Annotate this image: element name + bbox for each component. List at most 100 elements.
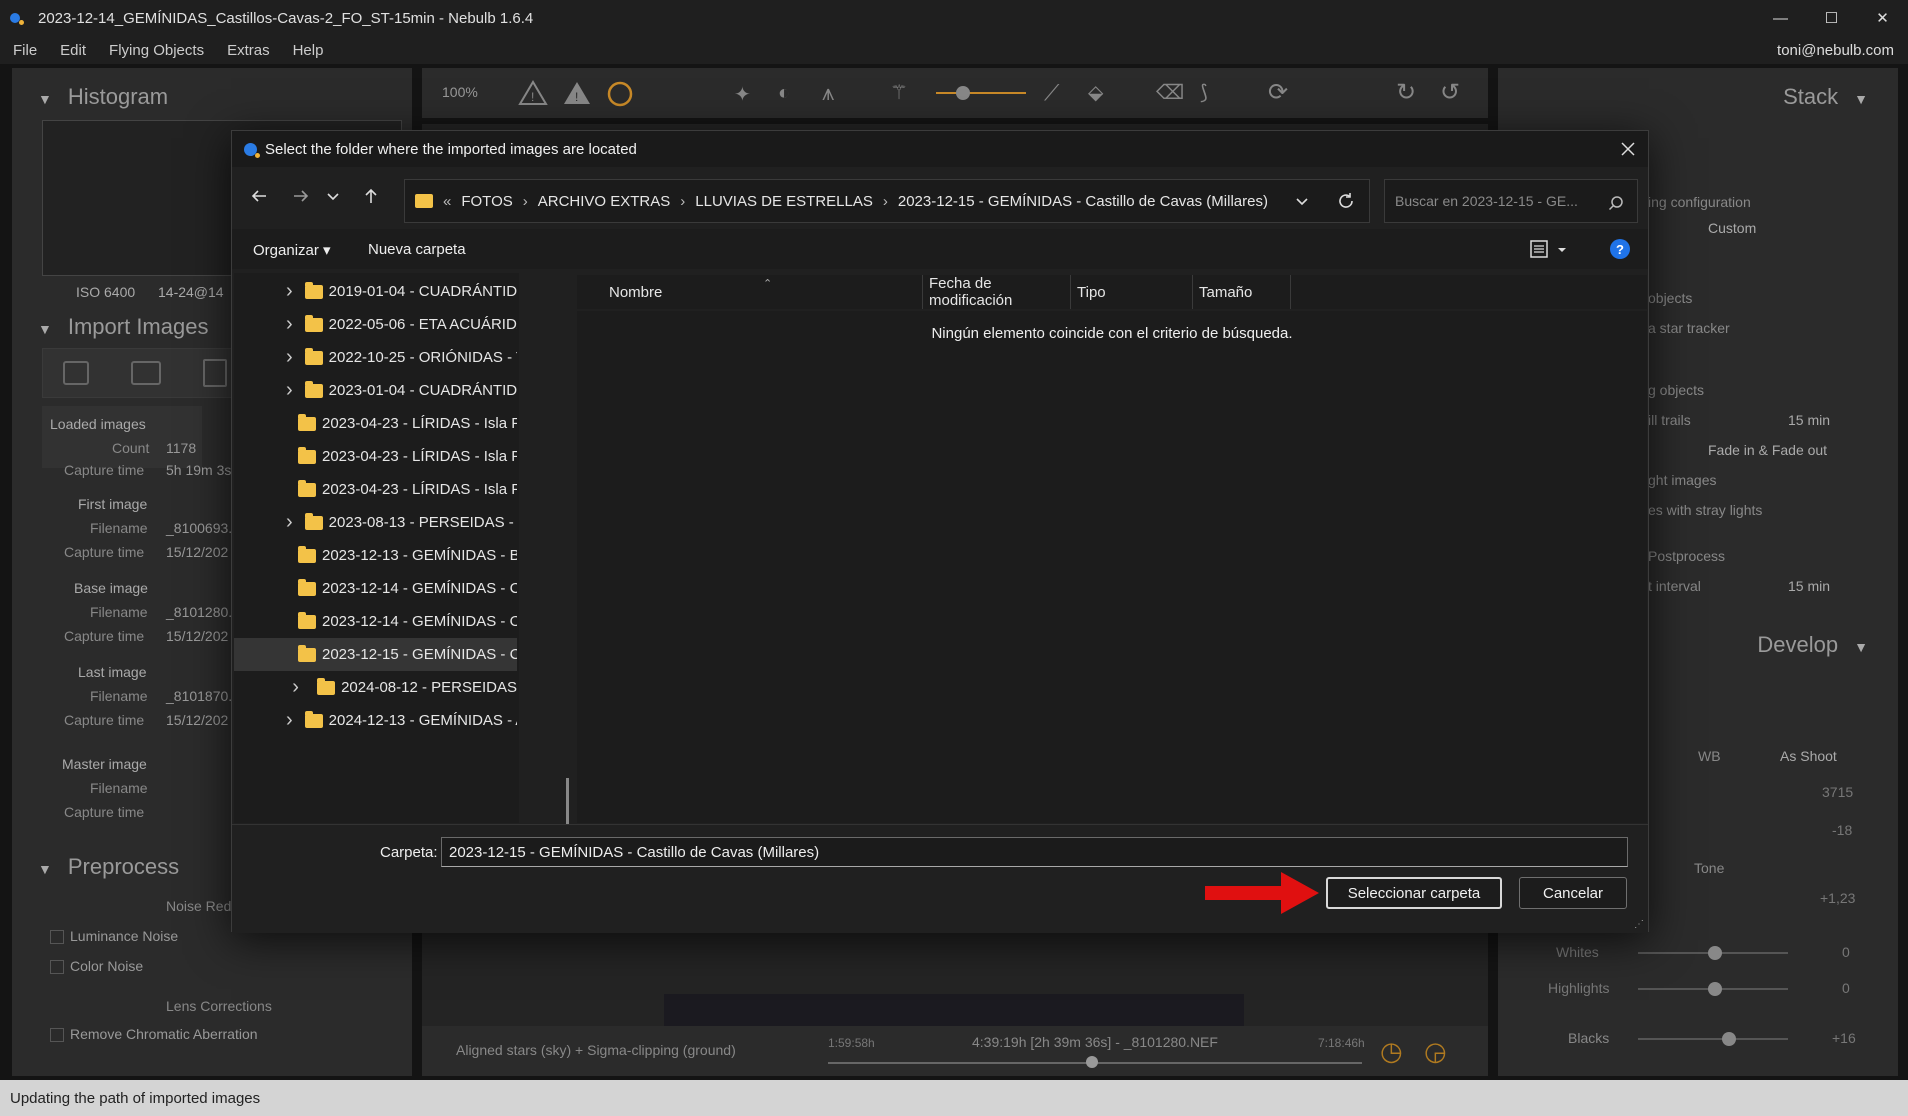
tree-item[interactable]: 2023-04-23 - LÍRIDAS - Isla Port <box>234 440 517 473</box>
timeline-handle[interactable] <box>1086 1056 1098 1068</box>
tree-item[interactable]: 2023-12-13 - GEMÍNIDAS - Ben <box>234 539 517 572</box>
menu-help[interactable]: Help <box>280 42 334 59</box>
cancel-button[interactable]: Cancelar <box>1519 877 1627 909</box>
warning-filled-icon[interactable]: ! <box>562 80 592 106</box>
folder-input[interactable]: 2023-12-15 - GEMÍNIDAS - Castillo de Cav… <box>441 837 1628 867</box>
temp-value[interactable]: 3715 <box>1822 784 1853 800</box>
blacks-handle[interactable] <box>1722 1032 1736 1046</box>
stack-config-value[interactable]: Custom <box>1708 220 1756 236</box>
breadcrumb-fotos[interactable]: FOTOS <box>461 193 512 210</box>
menu-extras[interactable]: Extras <box>214 42 280 59</box>
minimize-button[interactable]: — <box>1755 0 1806 36</box>
user-account[interactable]: toni@nebulb.com <box>1777 42 1894 59</box>
interval-value[interactable]: 15 min <box>1788 578 1830 594</box>
tree-item[interactable]: › 2022-10-25 - ORIÓNIDAS - Torr <box>234 341 517 374</box>
exposure-value[interactable]: +1,23 <box>1820 890 1855 906</box>
chevron-right-icon[interactable]: › <box>286 346 293 369</box>
path-overflow[interactable]: « <box>443 193 451 210</box>
color-noise-checkbox[interactable] <box>50 960 64 974</box>
broom-icon[interactable]: ⟆ <box>1200 80 1208 105</box>
tree-item[interactable]: 2023-04-23 - LÍRIDAS - Isla Port <box>234 407 517 440</box>
chevron-right-icon[interactable]: › <box>286 313 293 336</box>
tint-value[interactable]: -18 <box>1832 822 1852 838</box>
bucket-icon[interactable]: ⬙ <box>1088 80 1103 105</box>
chevron-right-icon[interactable]: › <box>286 676 305 699</box>
forward-button[interactable] <box>286 181 316 211</box>
blacks-slider[interactable] <box>1638 1038 1788 1040</box>
folder-import-icon[interactable] <box>131 361 161 385</box>
recent-locations-button[interactable] <box>318 181 348 211</box>
dialog-close-button[interactable] <box>1608 131 1648 167</box>
chevron-right-icon[interactable]: › <box>286 280 293 303</box>
menu-file[interactable]: File <box>0 42 47 59</box>
chevron-right-icon[interactable]: › <box>286 709 293 732</box>
brush-size-handle[interactable] <box>956 86 970 100</box>
tree-item[interactable]: › 2019-01-04 - CUADRÁNTIDAS - <box>234 275 517 308</box>
palette-icon[interactable] <box>606 80 634 108</box>
brush-size-slider[interactable] <box>936 92 1026 94</box>
tree-item[interactable]: › 2024-12-13 - GEMÍNIDAS - Alb <box>234 704 517 737</box>
import-header[interactable]: ▼ Import Images <box>38 314 208 340</box>
blacks-value[interactable]: +16 <box>1832 1030 1856 1046</box>
redo-icon[interactable]: ↻ <box>1396 78 1416 107</box>
eraser-icon[interactable]: ⌫ <box>1156 80 1184 105</box>
organize-button[interactable]: Organizar ▾ <box>253 241 331 259</box>
menu-edit[interactable]: Edit <box>47 42 96 59</box>
wb-value[interactable]: As Shoot <box>1780 748 1837 764</box>
whites-value[interactable]: 0 <box>1842 944 1850 960</box>
refresh-button[interactable] <box>1337 192 1355 210</box>
help-icon[interactable]: ? <box>1610 239 1630 259</box>
trails-value[interactable]: 15 min <box>1788 412 1830 428</box>
tree-item[interactable]: › 2022-05-06 - ETA ACUÁRIDAS - <box>234 308 517 341</box>
new-folder-button[interactable]: Nueva carpeta <box>368 241 466 258</box>
develop-header[interactable]: Develop ▼ <box>1757 632 1868 658</box>
resize-grip-icon[interactable]: ⋰ <box>1634 919 1644 930</box>
tree-item[interactable]: › 2023-08-13 - PERSEIDAS - Cast <box>234 506 517 539</box>
close-button[interactable]: ✕ <box>1857 0 1908 36</box>
address-bar[interactable]: « FOTOS › ARCHIVO EXTRAS › LLUVIAS DE ES… <box>404 179 1370 223</box>
column-size[interactable]: Tamaño <box>1193 275 1291 309</box>
column-name[interactable]: Nombre <box>577 275 923 309</box>
undo-icon[interactable]: ↺ <box>1440 78 1460 107</box>
magic-wand-icon[interactable]: ⚚ <box>890 80 908 105</box>
highlights-value[interactable]: 0 <box>1842 980 1850 996</box>
chevron-right-icon[interactable]: › <box>286 511 293 534</box>
trash-icon[interactable] <box>203 359 227 387</box>
tree-item[interactable]: 2023-12-15 - GEMÍNIDAS - Cas <box>234 638 517 671</box>
tree-item[interactable]: 2023-12-14 - GEMÍNIDAS - Cas <box>234 572 517 605</box>
tree-item[interactable]: 2023-04-23 - LÍRIDAS - Isla Port <box>234 473 517 506</box>
column-type[interactable]: Tipo <box>1071 275 1193 309</box>
breadcrumb-lluvias[interactable]: LLUVIAS DE ESTRELLAS <box>695 193 873 210</box>
up-button[interactable] <box>356 181 386 211</box>
search-input[interactable]: Buscar en 2023-12-15 - GE... <box>1384 179 1638 223</box>
highlights-handle[interactable] <box>1708 982 1722 996</box>
select-folder-button[interactable]: Seleccionar carpeta <box>1326 877 1502 909</box>
column-date[interactable]: Fecha de modificación <box>923 275 1071 309</box>
search-icon[interactable] <box>1608 195 1624 211</box>
fade-value[interactable]: Fade in & Fade out <box>1708 442 1827 458</box>
preprocess-header[interactable]: ▼ Preprocess <box>38 854 179 880</box>
chevron-right-icon[interactable]: › <box>286 379 293 402</box>
tree-item[interactable]: 2023-12-14 - GEMÍNIDAS - Oric <box>234 605 517 638</box>
breadcrumb-archivo-extras[interactable]: ARCHIVO EXTRAS <box>538 193 671 210</box>
back-button[interactable] <box>244 181 274 211</box>
stars-icon[interactable]: ✦ <box>734 82 751 107</box>
tree-item[interactable]: › 2024-08-12 - PERSEIDAS <box>234 671 517 704</box>
image-import-icon[interactable] <box>63 361 89 385</box>
stack-mode[interactable]: Aligned stars (sky) + Sigma-clipping (gr… <box>456 1042 736 1058</box>
planet-icon[interactable]: ◐ <box>778 82 790 105</box>
maximize-button[interactable]: ☐ <box>1806 0 1857 36</box>
luminance-checkbox[interactable] <box>50 930 64 944</box>
clock-forward-icon[interactable]: ◷ <box>1380 1036 1403 1067</box>
zoom-level[interactable]: 100% <box>442 84 478 100</box>
tower-icon[interactable]: ⩚ <box>822 80 834 106</box>
whites-handle[interactable] <box>1708 946 1722 960</box>
tree-item[interactable]: › 2023-01-04 - CUADRÁNTIDAS - <box>234 374 517 407</box>
histogram-header[interactable]: ▼ Histogram <box>38 84 168 110</box>
brush-icon[interactable]: ⟋ <box>1044 80 1059 106</box>
warning-outline-icon[interactable]: ! <box>518 80 548 106</box>
view-options-button[interactable] <box>1530 239 1570 259</box>
chromatic-checkbox[interactable] <box>50 1028 64 1042</box>
breadcrumb-current[interactable]: 2023-12-15 - GEMÍNIDAS - Castillo de Cav… <box>898 193 1268 210</box>
stack-header[interactable]: Stack ▼ <box>1783 84 1868 110</box>
